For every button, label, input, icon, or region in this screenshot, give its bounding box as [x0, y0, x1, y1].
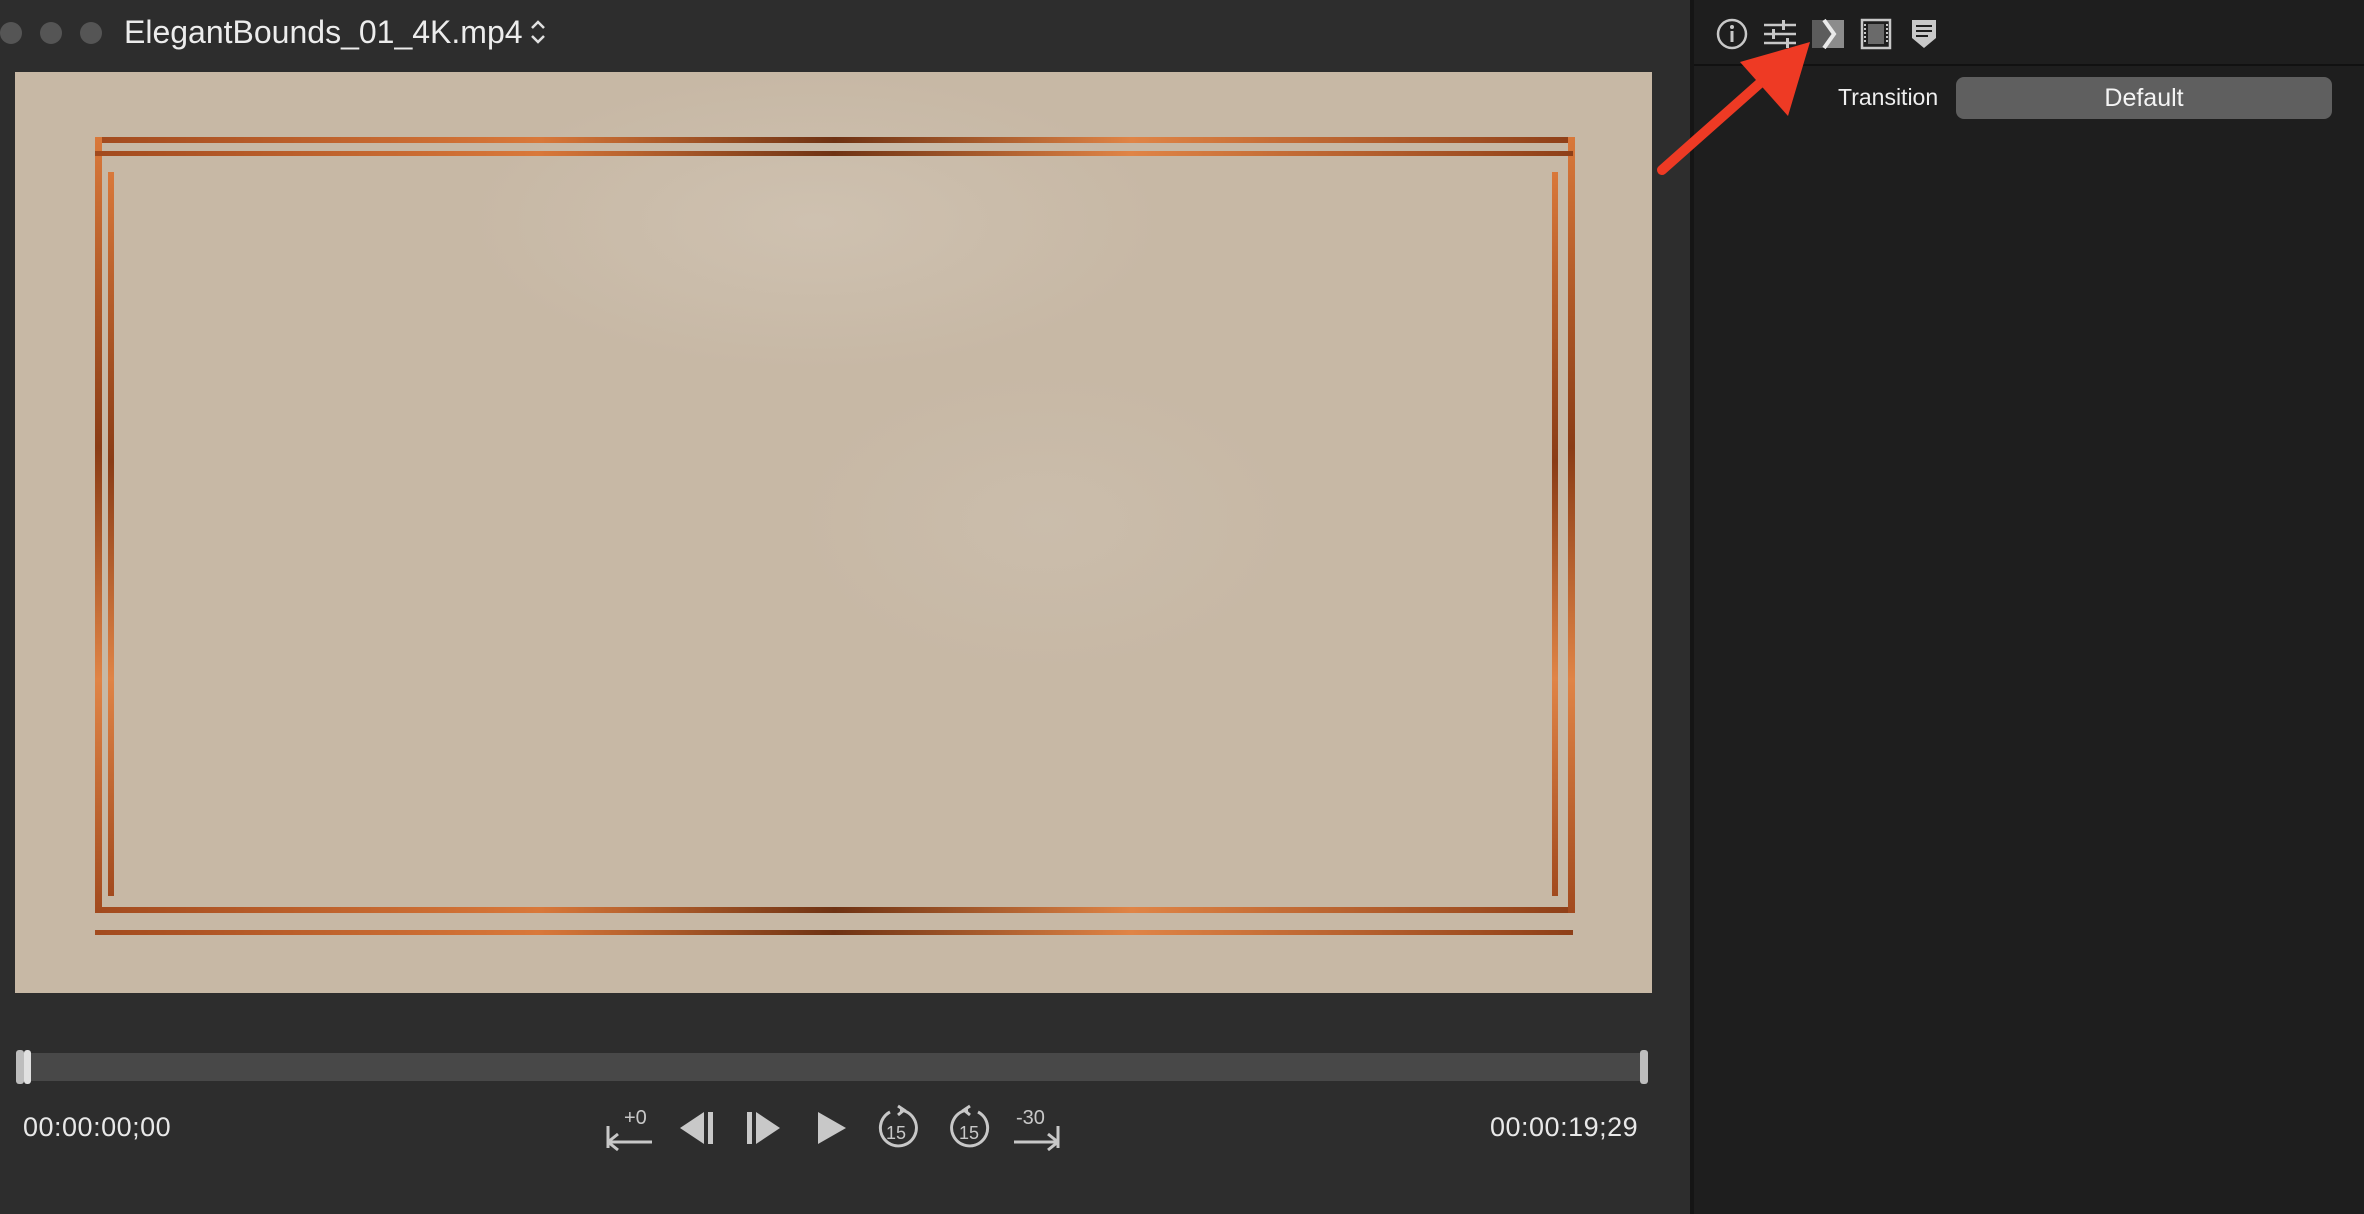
annotation-arrow-icon [1657, 42, 1810, 175]
jump-start-label: +0 [624, 1107, 647, 1129]
next-frame-button[interactable] [744, 1104, 784, 1152]
copper-frame-graphic [95, 137, 1575, 935]
file-title[interactable]: ElegantBounds_01_4K.mp4 [124, 10, 523, 54]
timeline-scrubber[interactable] [16, 1050, 1648, 1084]
out-point-handle[interactable] [1640, 1050, 1648, 1084]
skip-forward-15-button[interactable]: 15 [946, 1104, 992, 1152]
video-preview [15, 72, 1652, 993]
viewer-pane: ElegantBounds_01_4K.mp4 00:00:00;00 00:0… [0, 0, 1690, 1214]
minimize-window-button[interactable] [40, 22, 62, 44]
jump-to-start-icon: +0 [606, 1107, 652, 1152]
previous-frame-button[interactable] [676, 1104, 716, 1152]
jump-to-end-button[interactable]: -30 [1012, 1104, 1062, 1152]
previous-frame-icon [680, 1112, 713, 1144]
skip-back-label: 15 [886, 1123, 906, 1143]
jump-to-end-icon: -30 [1014, 1107, 1060, 1152]
jump-end-label: -30 [1016, 1107, 1045, 1129]
skip-back-icon: 15 [878, 1104, 918, 1148]
duration-timecode: 00:00:19;29 [1490, 1112, 1639, 1142]
skip-forward-icon: 15 [950, 1104, 990, 1148]
zoom-window-button[interactable] [80, 22, 102, 44]
current-timecode: 00:00:00;00 [23, 1112, 172, 1142]
marker-icon [1912, 20, 1936, 48]
video-tab[interactable] [1856, 14, 1896, 54]
filmstrip-icon [1860, 18, 1892, 50]
playhead[interactable] [24, 1050, 31, 1084]
play-icon [818, 1112, 846, 1144]
up-down-chevron-icon[interactable] [528, 16, 548, 48]
markers-tab[interactable] [1904, 14, 1944, 54]
in-point-handle[interactable] [16, 1050, 24, 1084]
transition-label: Transition [1838, 84, 1939, 110]
play-button[interactable] [814, 1104, 850, 1152]
jump-to-start-button[interactable]: +0 [604, 1104, 654, 1152]
skip-back-15-button[interactable]: 15 [876, 1104, 922, 1152]
skip-forward-label: 15 [959, 1123, 979, 1143]
close-window-button[interactable] [0, 22, 22, 44]
next-frame-icon [747, 1112, 780, 1144]
transition-dropdown[interactable]: Default [1956, 77, 2332, 119]
